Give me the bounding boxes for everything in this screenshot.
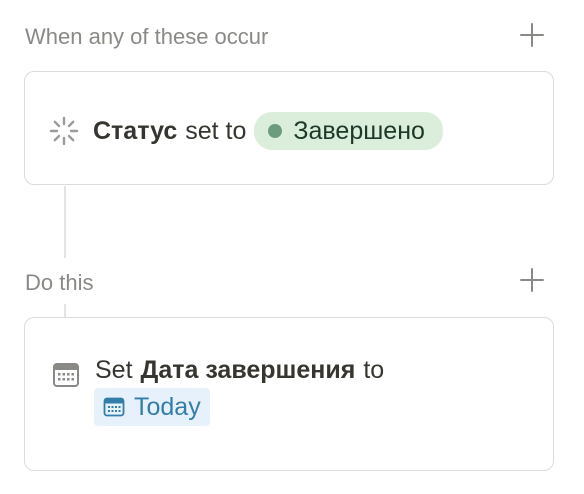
plus-icon: [519, 267, 545, 298]
action-connector: to: [363, 356, 385, 384]
add-action-button[interactable]: [517, 267, 547, 297]
add-trigger-button[interactable]: [517, 22, 547, 52]
action-verb: Set: [95, 356, 133, 384]
trigger-connector: set to: [185, 116, 247, 145]
plus-icon: [519, 22, 545, 53]
trigger-card[interactable]: Статус set to Завершено: [24, 71, 554, 185]
action-section-title: Do this: [25, 270, 94, 295]
today-value-chip[interactable]: Today: [94, 388, 210, 426]
action-card[interactable]: Set Дата завершения to Today: [24, 317, 554, 471]
status-value-label: Завершено: [293, 116, 425, 145]
calendar-icon: [103, 396, 125, 418]
calendar-icon: [51, 360, 81, 390]
trigger-property: Статус: [93, 116, 178, 145]
flow-connector-line: [64, 186, 66, 258]
action-property: Дата завершения: [140, 356, 356, 384]
action-content: Set Дата завершения to: [51, 350, 384, 390]
status-value-pill[interactable]: Завершено: [254, 112, 443, 150]
today-value-label: Today: [134, 392, 201, 421]
trigger-row: Статус set to Завершено: [49, 112, 443, 150]
status-dot-icon: [268, 124, 283, 138]
trigger-section-title: When any of these occur: [25, 24, 269, 49]
status-spinner-icon: [49, 116, 79, 146]
flow-connector-line-lower: [64, 304, 66, 318]
action-line: Set Дата завершения to: [51, 350, 384, 390]
